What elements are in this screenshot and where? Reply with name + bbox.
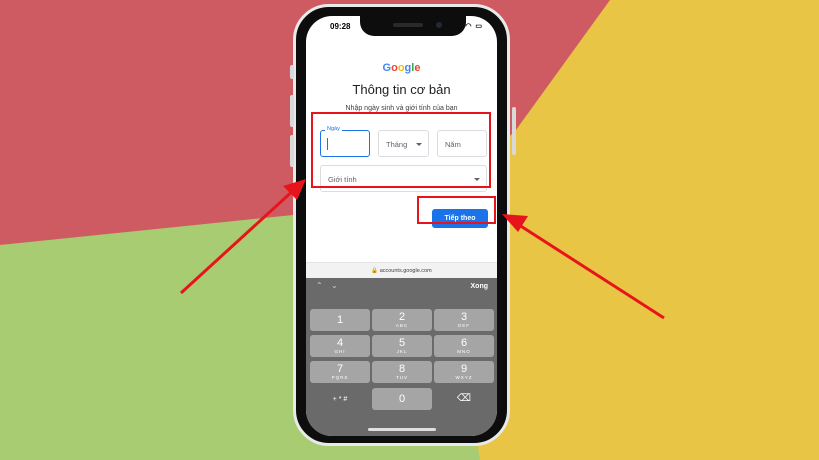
key-9[interactable]: 9 WXYZ	[434, 361, 494, 383]
key-5[interactable]: 5 JKL	[372, 335, 432, 357]
key-symbols[interactable]: + * #	[310, 388, 370, 410]
google-logo: Google	[306, 62, 497, 74]
volume-up-button	[290, 95, 294, 127]
front-camera	[436, 22, 442, 28]
mute-switch	[290, 65, 294, 79]
next-field-icon[interactable]: ⌄	[331, 281, 338, 290]
highlight-box-next-button	[417, 196, 496, 224]
notch	[360, 16, 466, 36]
logo-letter: o	[397, 62, 405, 74]
key-digit: 9	[460, 363, 468, 375]
key-digit: 3	[460, 311, 468, 323]
key-4[interactable]: 4 GHI	[310, 335, 370, 357]
key-letters: MNO	[457, 349, 471, 354]
volume-down-button	[290, 135, 294, 167]
key-8[interactable]: 8 TUV	[372, 361, 432, 383]
key-digit: 4	[336, 337, 344, 349]
key-1[interactable]: 1	[310, 309, 370, 331]
key-digit: + * #	[332, 396, 348, 403]
key-letters: PQRS	[331, 375, 349, 380]
done-button[interactable]: Xong	[471, 283, 489, 290]
phone-screen: 09:28 ▂▄▆ ◠ ▭ Google Thông tin cơ bản Nh…	[306, 16, 497, 436]
key-digit: 5	[398, 337, 406, 349]
keyboard-toolbar: ⌃ ⌄ Xong	[306, 278, 497, 296]
key-digit: 2	[398, 311, 406, 323]
key-3[interactable]: 3 DEF	[434, 309, 494, 331]
key-0[interactable]: 0	[372, 388, 432, 410]
key-letters: WXYZ	[455, 375, 473, 380]
key-letters: ABC	[395, 323, 409, 328]
key-letters: JKL	[396, 349, 408, 354]
power-button	[512, 107, 516, 155]
key-digit: 0	[398, 393, 406, 405]
status-time: 09:28	[330, 22, 351, 31]
highlight-box-birthdate-gender	[311, 112, 491, 188]
page-title: Thông tin cơ bản	[352, 82, 451, 97]
logo-letter: o	[391, 62, 398, 74]
url-bar[interactable]: 🔒 accounts.google.com	[306, 262, 497, 278]
page-subtitle: Nhập ngày sinh và giới tính của bạn	[345, 105, 458, 112]
key-letters: TUV	[396, 375, 408, 380]
key-digit: 6	[460, 337, 468, 349]
key-letters: GHI	[334, 349, 346, 354]
key-7[interactable]: 7 PQRS	[310, 361, 370, 383]
speaker	[393, 23, 423, 27]
home-indicator	[368, 428, 436, 431]
phone-frame: 09:28 ▂▄▆ ◠ ▭ Google Thông tin cơ bản Nh…	[290, 4, 516, 446]
key-2[interactable]: 2 ABC	[372, 309, 432, 331]
key-6[interactable]: 6 MNO	[434, 335, 494, 357]
logo-letter: e	[414, 62, 421, 74]
key-digit: 8	[398, 363, 406, 375]
key-digit: 7	[336, 363, 344, 375]
logo-letter: G	[382, 62, 392, 74]
key-letters: DEF	[458, 323, 470, 328]
key-digit: 1	[336, 314, 344, 326]
backspace-icon: ⌫	[456, 393, 472, 404]
backspace-key[interactable]: ⌫	[434, 388, 494, 410]
previous-field-icon[interactable]: ⌃	[316, 281, 323, 290]
numeric-keyboard: ⌃ ⌄ Xong 1 2 ABC 3 DEF 4 GHI 5 JKL 6 MNO 7 PQRS 8 TUV 9…	[306, 278, 497, 436]
